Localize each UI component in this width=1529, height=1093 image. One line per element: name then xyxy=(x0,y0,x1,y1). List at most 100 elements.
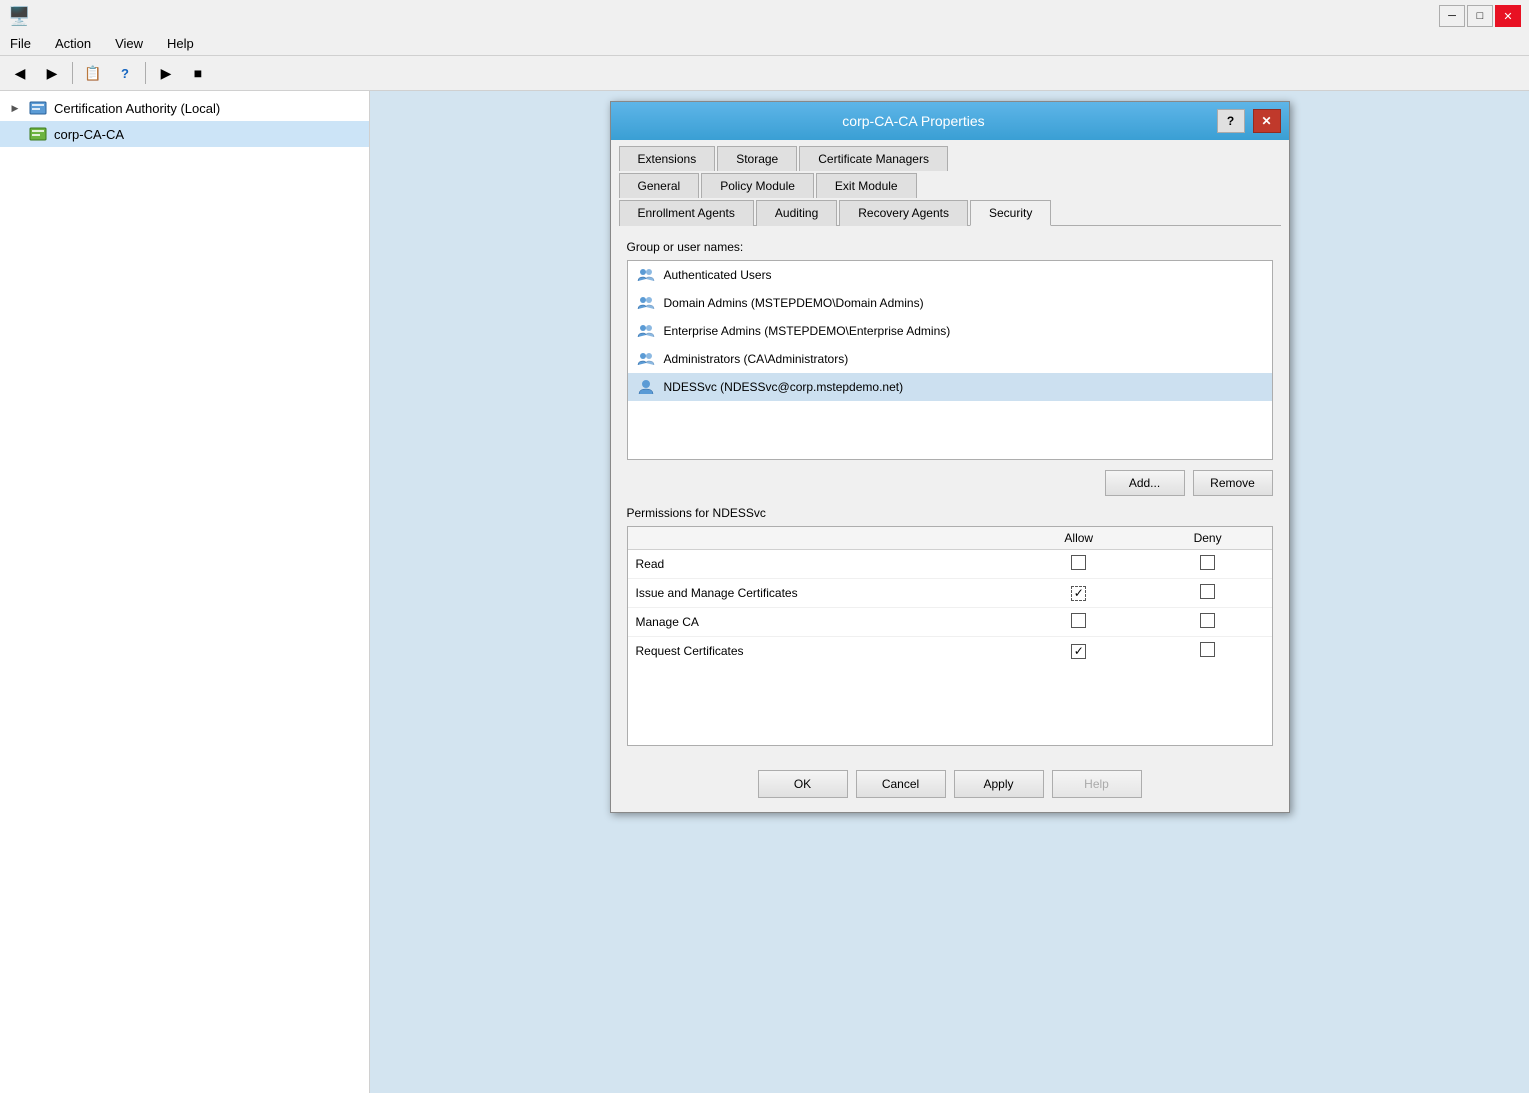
sidebar: ▶ Certification Authority (Local) xyxy=(0,91,370,1093)
perm-header-deny: Deny xyxy=(1144,527,1272,550)
window-close-button[interactable]: ✕ xyxy=(1495,5,1521,27)
user-name-2: Enterprise Admins (MSTEPDEMO\Enterprise … xyxy=(664,324,951,338)
tab-security[interactable]: Security xyxy=(970,200,1051,226)
list-item-ndesssvc[interactable]: NDESSvc (NDESSvc@corp.mstepdemo.net) xyxy=(628,373,1272,401)
perm-deny-read[interactable] xyxy=(1144,550,1272,579)
perm-allow-request[interactable] xyxy=(1014,637,1144,666)
apply-button[interactable]: Apply xyxy=(954,770,1044,798)
perm-deny-request-checkbox[interactable] xyxy=(1200,642,1215,657)
tab-auditing[interactable]: Auditing xyxy=(756,200,837,226)
group-icon-2 xyxy=(636,321,656,341)
perm-allow-read-checkbox[interactable] xyxy=(1071,555,1086,570)
remove-button[interactable]: Remove xyxy=(1193,470,1273,496)
main-window: 🖥️ ─ □ ✕ File Action View Help ◀ ▶ 📋 ? ▶… xyxy=(0,0,1529,1093)
help-button[interactable]: ? xyxy=(111,60,139,86)
perm-name-issue: Issue and Manage Certificates xyxy=(628,579,1014,608)
tab-exit-module[interactable]: Exit Module xyxy=(816,173,917,198)
perm-deny-request[interactable] xyxy=(1144,637,1272,666)
perm-row-read: Read xyxy=(628,550,1272,579)
tab-policy-module[interactable]: Policy Module xyxy=(701,173,814,198)
stop-button[interactable]: ■ xyxy=(184,60,212,86)
title-bar: 🖥️ ─ □ ✕ xyxy=(0,0,1529,32)
dialog-body: Group or user names: xyxy=(611,226,1289,760)
perm-allow-issue[interactable] xyxy=(1014,579,1144,608)
add-remove-buttons: Add... Remove xyxy=(627,470,1273,496)
perm-deny-issue-checkbox[interactable] xyxy=(1200,584,1215,599)
list-item-administrators[interactable]: Administrators (CA\Administrators) xyxy=(628,345,1272,373)
cancel-button[interactable]: Cancel xyxy=(856,770,946,798)
perm-row-request: Request Certificates xyxy=(628,637,1272,666)
window-controls: ─ □ ✕ xyxy=(1439,5,1521,27)
perm-deny-issue[interactable] xyxy=(1144,579,1272,608)
sidebar-root-label: Certification Authority (Local) xyxy=(54,101,220,116)
perm-row-manage-ca: Manage CA xyxy=(628,608,1272,637)
user-name-0: Authenticated Users xyxy=(664,268,772,282)
tab-recovery-agents[interactable]: Recovery Agents xyxy=(839,200,968,226)
tab-extensions[interactable]: Extensions xyxy=(619,146,716,171)
list-item-domain-admins[interactable]: Domain Admins (MSTEPDEMO\Domain Admins) xyxy=(628,289,1272,317)
perm-allow-issue-checkbox[interactable] xyxy=(1071,586,1086,601)
tab-storage[interactable]: Storage xyxy=(717,146,797,171)
toolbar-separator-2 xyxy=(145,62,146,84)
minimize-button[interactable]: ─ xyxy=(1439,5,1465,27)
forward-button[interactable]: ▶ xyxy=(38,60,66,86)
menu-view[interactable]: View xyxy=(109,34,149,53)
copy-button[interactable]: 📋 xyxy=(79,60,107,86)
back-button[interactable]: ◀ xyxy=(6,60,34,86)
help-footer-button[interactable]: Help xyxy=(1052,770,1142,798)
dialog-footer: OK Cancel Apply Help xyxy=(611,760,1289,812)
perm-row-issue: Issue and Manage Certificates xyxy=(628,579,1272,608)
content-area: ▶ Certification Authority (Local) xyxy=(0,91,1529,1093)
menu-bar: File Action View Help xyxy=(0,32,1529,56)
list-item-authenticated-users[interactable]: Authenticated Users xyxy=(628,261,1272,289)
group-icon-0 xyxy=(636,265,656,285)
perm-name-manage-ca: Manage CA xyxy=(628,608,1014,637)
menu-help[interactable]: Help xyxy=(161,34,200,53)
main-panel: corp-CA-CA Properties ? ✕ Extensions Sto… xyxy=(370,91,1529,1093)
tabs-row-2: General Policy Module Exit Module xyxy=(611,171,1289,198)
perm-deny-manage-ca-checkbox[interactable] xyxy=(1200,613,1215,628)
dialog-titlebar: corp-CA-CA Properties ? ✕ xyxy=(611,102,1289,140)
sidebar-child-label: corp-CA-CA xyxy=(54,127,124,142)
add-button[interactable]: Add... xyxy=(1105,470,1185,496)
tab-certificate-managers[interactable]: Certificate Managers xyxy=(799,146,948,171)
dialog-title: corp-CA-CA Properties xyxy=(619,113,1209,129)
perm-deny-manage-ca[interactable] xyxy=(1144,608,1272,637)
perm-allow-manage-ca[interactable] xyxy=(1014,608,1144,637)
corp-ca-icon xyxy=(28,124,48,144)
perm-name-request: Request Certificates xyxy=(628,637,1014,666)
dialog: corp-CA-CA Properties ? ✕ Extensions Sto… xyxy=(610,101,1290,813)
run-button[interactable]: ▶ xyxy=(152,60,180,86)
app-icon: 🖥️ xyxy=(8,6,30,27)
tab-enrollment-agents[interactable]: Enrollment Agents xyxy=(619,200,754,226)
permissions-table-container: Allow Deny Read xyxy=(627,526,1273,746)
sidebar-item-corp-ca[interactable]: corp-CA-CA xyxy=(0,121,369,147)
toolbar: ◀ ▶ 📋 ? ▶ ■ xyxy=(0,56,1529,91)
perm-header-name xyxy=(628,527,1014,550)
tabs-row-1: Extensions Storage Certificate Managers xyxy=(611,140,1289,171)
maximize-button[interactable]: □ xyxy=(1467,5,1493,27)
list-item-enterprise-admins[interactable]: Enterprise Admins (MSTEPDEMO\Enterprise … xyxy=(628,317,1272,345)
perm-allow-request-checkbox[interactable] xyxy=(1071,644,1086,659)
perm-name-read: Read xyxy=(628,550,1014,579)
group-icon-3 xyxy=(636,349,656,369)
menu-file[interactable]: File xyxy=(4,34,37,53)
sidebar-item-root[interactable]: ▶ Certification Authority (Local) xyxy=(0,95,369,121)
user-icon-4 xyxy=(636,377,656,397)
users-list[interactable]: Authenticated Users Domain Ad xyxy=(627,260,1273,460)
ok-button[interactable]: OK xyxy=(758,770,848,798)
perm-allow-read[interactable] xyxy=(1014,550,1144,579)
toolbar-separator-1 xyxy=(72,62,73,84)
dialog-help-button[interactable]: ? xyxy=(1217,109,1245,133)
dialog-close-button[interactable]: ✕ xyxy=(1253,109,1281,133)
menu-action[interactable]: Action xyxy=(49,34,97,53)
tab-general[interactable]: General xyxy=(619,173,700,198)
user-name-4: NDESSvc (NDESSvc@corp.mstepdemo.net) xyxy=(664,380,904,394)
expand-icon[interactable]: ▶ xyxy=(8,101,22,115)
permissions-label: Permissions for NDESSvc xyxy=(627,506,1273,520)
user-name-3: Administrators (CA\Administrators) xyxy=(664,352,849,366)
perm-allow-manage-ca-checkbox[interactable] xyxy=(1071,613,1086,628)
user-name-1: Domain Admins (MSTEPDEMO\Domain Admins) xyxy=(664,296,924,310)
perm-header-allow: Allow xyxy=(1014,527,1144,550)
perm-deny-read-checkbox[interactable] xyxy=(1200,555,1215,570)
